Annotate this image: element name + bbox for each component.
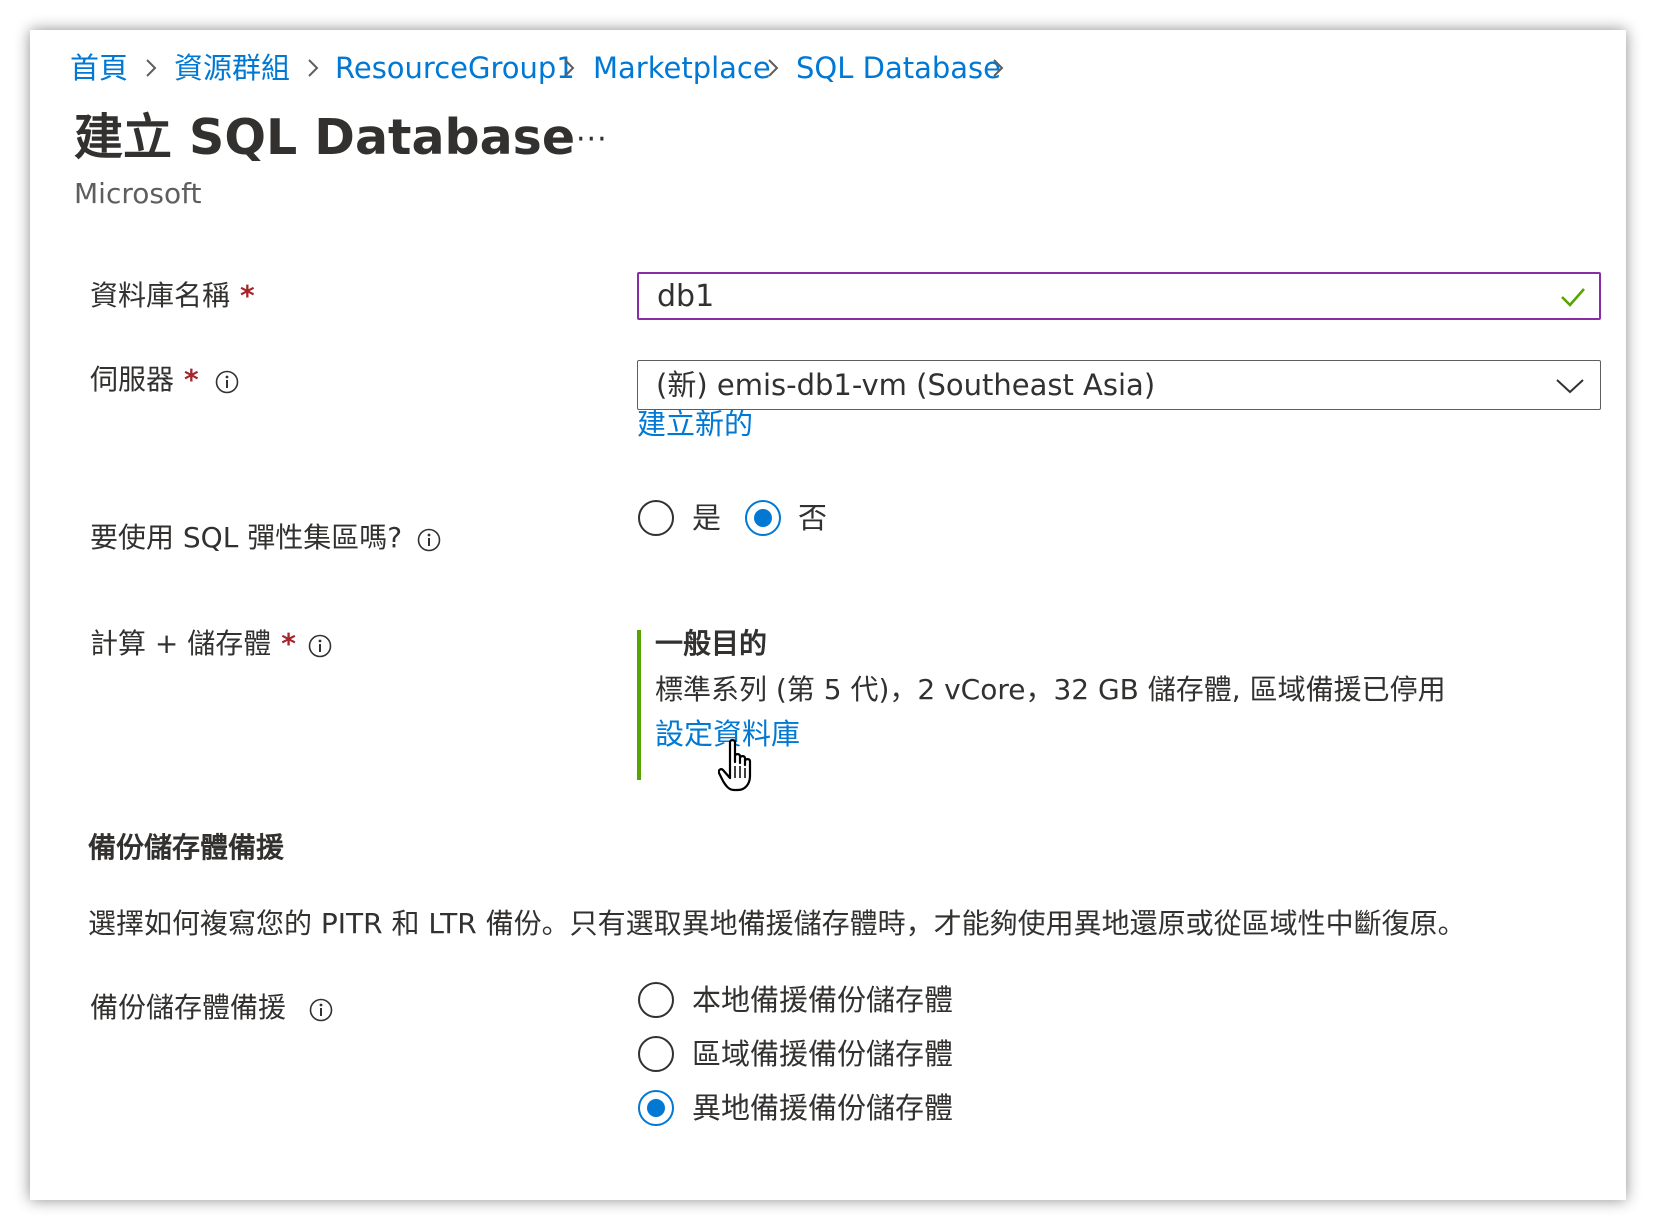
tier-accent-bar [637,630,641,780]
backup-zone-radio[interactable] [638,1036,674,1072]
db-name-input[interactable]: db1 [637,272,1601,320]
breadcrumb-resource-groups[interactable]: 資源群組 [174,48,290,88]
hand-cursor-icon [718,739,752,792]
required-asterisk: * [281,627,296,660]
backup-geo-label: 異地備援備份儲存體 [692,1091,954,1125]
chevron-right-icon [768,59,779,77]
chevron-right-icon [308,59,319,77]
publisher-name: Microsoft [74,177,202,210]
breadcrumb-marketplace[interactable]: Marketplace [593,48,771,88]
elastic-pool-yes-radio[interactable] [638,500,674,536]
service-tier-details: 標準系列 (第 5 代)，2 vCore，32 GB 儲存體, 區域備援已停用 [655,673,1446,706]
server-label: 伺服器 * [90,363,199,396]
backup-geo-radio[interactable] [638,1090,674,1126]
db-name-label: 資料庫名稱 * [90,279,255,312]
service-tier-name: 一般目的 [655,627,768,660]
breadcrumb-home[interactable]: 首頁 [70,48,128,88]
breadcrumb-resourcegroup1[interactable]: ResourceGroup1 [335,48,575,88]
page-title: 建立 SQL Database [74,109,576,166]
backup-zone-label: 區域備援備份儲存體 [692,1037,954,1071]
chevron-right-icon [993,59,1004,77]
chevron-down-icon [1556,379,1584,394]
required-asterisk: * [184,363,199,396]
breadcrumb-sql-database[interactable]: SQL Database [796,48,1001,88]
required-asterisk: * [240,279,255,312]
backup-description: 選擇如何複寫您的 PITR 和 LTR 備份。只有選取異地備援儲存體時，才能夠使… [88,907,1466,940]
backup-local-label: 本地備援備份儲存體 [692,983,954,1017]
elastic-pool-no-radio[interactable] [745,500,781,536]
compute-storage-label: 計算 + 儲存體 * [90,627,296,660]
create-new-server-link[interactable]: 建立新的 [637,404,753,444]
info-icon[interactable] [308,634,332,658]
chevron-right-icon [146,59,157,77]
backup-section-title: 備份儲存體備援 [88,831,285,864]
backup-redundancy-label: 備份儲存體備援 [90,991,287,1024]
backup-local-radio[interactable] [638,982,674,1018]
checkmark-icon [1561,288,1585,307]
server-selected-value: (新) emis-db1-vm (Southeast Asia) [656,368,1156,402]
elastic-pool-no-label: 否 [798,501,828,535]
server-dropdown[interactable]: (新) emis-db1-vm (Southeast Asia) [637,360,1601,410]
db-name-value: db1 [657,279,715,314]
info-icon[interactable] [215,370,239,394]
info-icon[interactable] [417,528,441,552]
elastic-pool-yes-label: 是 [692,501,722,535]
elastic-pool-label: 要使用 SQL 彈性集區嗎? [90,521,403,554]
info-icon[interactable] [309,998,333,1022]
more-options-button[interactable]: ··· [576,122,608,157]
chevron-right-icon [564,59,575,77]
create-sql-database-blade: 首頁 資源群組 ResourceGroup1 Marketplace SQL D… [30,30,1626,1200]
